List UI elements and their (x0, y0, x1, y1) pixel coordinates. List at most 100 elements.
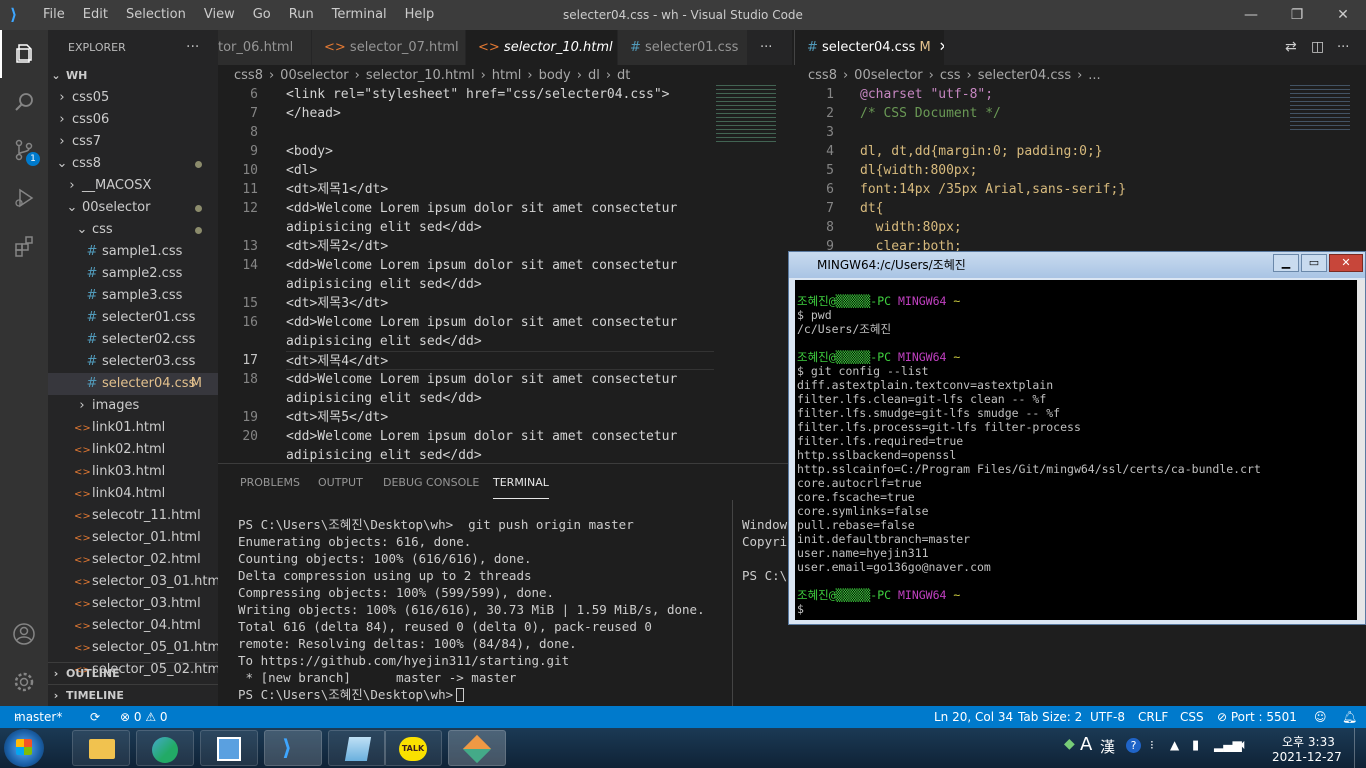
tree-item[interactable]: ⌄ 00selector (48, 197, 218, 219)
tree-item[interactable]: <>selector_03_01.html (48, 571, 218, 593)
breadcrumb-item[interactable]: css8 (808, 68, 837, 83)
git-bash-button[interactable] (448, 730, 506, 766)
hanja-mode[interactable]: 漢 (1100, 736, 1115, 757)
encoding[interactable]: UTF-8 (1090, 706, 1125, 728)
device-icon[interactable]: ▮ (1192, 738, 1199, 753)
outline-section[interactable]: › OUTLINE (48, 662, 218, 684)
tree-item[interactable]: › css05 (48, 87, 218, 109)
account-icon[interactable] (0, 610, 48, 658)
close-icon[interactable]: ✕ (1320, 0, 1366, 30)
bell-icon[interactable]: 🔔︎ (1342, 706, 1357, 728)
tree-item[interactable]: <>selector_05_01.html (48, 637, 218, 659)
tree-item[interactable]: # selecter03.css (48, 351, 218, 373)
source-control-icon[interactable]: 1 (0, 126, 48, 174)
breadcrumb-item[interactable]: css (940, 68, 961, 83)
show-desktop-button[interactable] (1354, 728, 1366, 768)
ime-options-icon[interactable]: ⁝ (1150, 738, 1154, 752)
file-explorer-button[interactable] (72, 730, 130, 766)
tree-item[interactable]: # sample2.css (48, 263, 218, 285)
tree-item[interactable]: <>link04.html (48, 483, 218, 505)
right-code-area[interactable]: 1 @charset "utf-8"; 2 /* CSS Document */ 3 4 d… (794, 85, 1354, 251)
tree-item[interactable]: › css7 (48, 131, 218, 153)
tab-terminal[interactable]: TERMINAL (493, 464, 549, 499)
right-minimap[interactable] (1290, 85, 1350, 130)
tree-item[interactable]: <>selecotr_11.html (48, 505, 218, 527)
breadcrumb-item[interactable]: css8 (234, 68, 263, 83)
line-endings[interactable]: CRLF (1138, 706, 1168, 728)
tree-item[interactable]: <>link03.html (48, 461, 218, 483)
volume-muted-icon[interactable]: 🔈︎ (1240, 737, 1248, 753)
tree-item[interactable]: <>selector_03.html (48, 593, 218, 615)
breadcrumb-item[interactable]: 00selector (854, 68, 922, 83)
vscode-button[interactable]: ⟩ (264, 730, 322, 766)
tree-item[interactable]: <>link01.html (48, 417, 218, 439)
minimize-icon[interactable]: — (1228, 0, 1274, 30)
breadcrumb-item[interactable]: selecter04.css (978, 68, 1071, 83)
search-icon[interactable] (0, 78, 48, 126)
gear-icon[interactable] (0, 658, 48, 706)
breadcrumb-item[interactable]: dt (617, 68, 630, 83)
browser-button[interactable] (136, 730, 194, 766)
extensions-icon[interactable] (0, 222, 48, 270)
tab-selecter01-css[interactable]: # selecter01.css (618, 30, 748, 65)
tab-selector-07[interactable]: <> selector_07.html (312, 30, 466, 65)
second-terminal[interactable]: Windows Copyri PS C:\ (742, 516, 792, 616)
tree-item[interactable]: <>selector_02.html (48, 549, 218, 571)
clock-time[interactable]: 오후 3:33 (1282, 733, 1335, 750)
breadcrumb-item[interactable]: selector_10.html (366, 68, 475, 83)
tree-item[interactable]: # sample1.css (48, 241, 218, 263)
tab-size[interactable]: Tab Size: 2 (1018, 706, 1082, 728)
language-bar-icon[interactable]: ◆ (1064, 736, 1075, 752)
more-actions-icon[interactable]: ··· (1337, 30, 1349, 65)
tree-item[interactable]: <>selector_04.html (48, 615, 218, 637)
tree-item[interactable]: › css06 (48, 109, 218, 131)
language-mode[interactable]: CSS (1180, 706, 1204, 728)
vscode-logo-icon[interactable]: ⟩ (10, 6, 28, 24)
tree-item[interactable]: <>link02.html (48, 439, 218, 461)
breadcrumb-item[interactable]: ... (1088, 68, 1100, 83)
breadcrumb-item[interactable]: dl (588, 68, 600, 83)
minimize-icon[interactable]: ▁ (1273, 254, 1299, 272)
kakaotalk-button[interactable]: TALK (384, 730, 442, 766)
tab-problems[interactable]: PROBLEMS (240, 464, 300, 499)
breadcrumb-item[interactable]: body (539, 68, 571, 83)
tab-output[interactable]: OUTPUT (318, 464, 363, 499)
tray-expand-icon[interactable]: ▲ (1170, 738, 1179, 752)
timeline-section[interactable]: › TIMELINE (48, 684, 218, 706)
sync-icon[interactable]: ⟳ (90, 706, 100, 728)
tree-item[interactable]: # selecter01.css (48, 307, 218, 329)
terminal-output[interactable]: PS C:\Users\조혜진\Desktop\wh> git push ori… (218, 516, 730, 706)
breadcrumb-item[interactable]: 00selector (280, 68, 348, 83)
clock-date[interactable]: 2021-12-27 (1272, 750, 1342, 764)
tab-selector-10[interactable]: <> selector_10.html✕ (466, 30, 618, 65)
cursor-position[interactable]: Ln 20, Col 34 (934, 706, 1013, 728)
close-tab-icon[interactable]: ✕ (939, 40, 944, 55)
compare-changes-icon[interactable]: ⇄ (1285, 30, 1297, 65)
menu-file[interactable]: File (34, 0, 74, 30)
more-actions-icon[interactable]: ··· (760, 30, 772, 65)
tree-item[interactable]: <>selector_01.html (48, 527, 218, 549)
close-icon[interactable]: ✕ (1329, 254, 1363, 272)
tree-item[interactable]: # selecter04.css M (48, 373, 218, 395)
tree-item[interactable]: ⌄ css8 (48, 153, 218, 175)
mingw-terminal-window[interactable]: MINGW64:/c/Users/조혜진 ▁ ▭ ✕ 조혜진@▒▒▒▒▒-PC … (788, 251, 1366, 625)
problems-status[interactable]: ⊗ 0 ⚠ 0 (120, 706, 168, 728)
notepad-button[interactable] (328, 730, 386, 766)
scrollbar[interactable] (1357, 280, 1365, 620)
tree-item[interactable]: ⌄ css (48, 219, 218, 241)
menu-edit[interactable]: Edit (74, 0, 117, 30)
tab-selector-06[interactable]: tor_06.html (218, 30, 312, 65)
explorer-icon[interactable] (0, 30, 48, 78)
live-server-port[interactable]: ⊘ Port : 5501 (1217, 706, 1297, 728)
tree-item[interactable]: # selecter02.css (48, 329, 218, 351)
run-debug-icon[interactable] (0, 174, 48, 222)
tree-item[interactable]: › __MACOSX (48, 175, 218, 197)
ime-mode[interactable]: A (1080, 734, 1092, 755)
menu-help[interactable]: Help (396, 0, 444, 30)
menu-terminal[interactable]: Terminal (323, 0, 396, 30)
start-button[interactable] (4, 729, 44, 767)
breadcrumb-item[interactable]: html (492, 68, 522, 83)
tab-debug-console[interactable]: DEBUG CONSOLE (383, 464, 479, 499)
left-minimap[interactable] (716, 85, 776, 145)
tree-item[interactable]: # sample3.css (48, 285, 218, 307)
